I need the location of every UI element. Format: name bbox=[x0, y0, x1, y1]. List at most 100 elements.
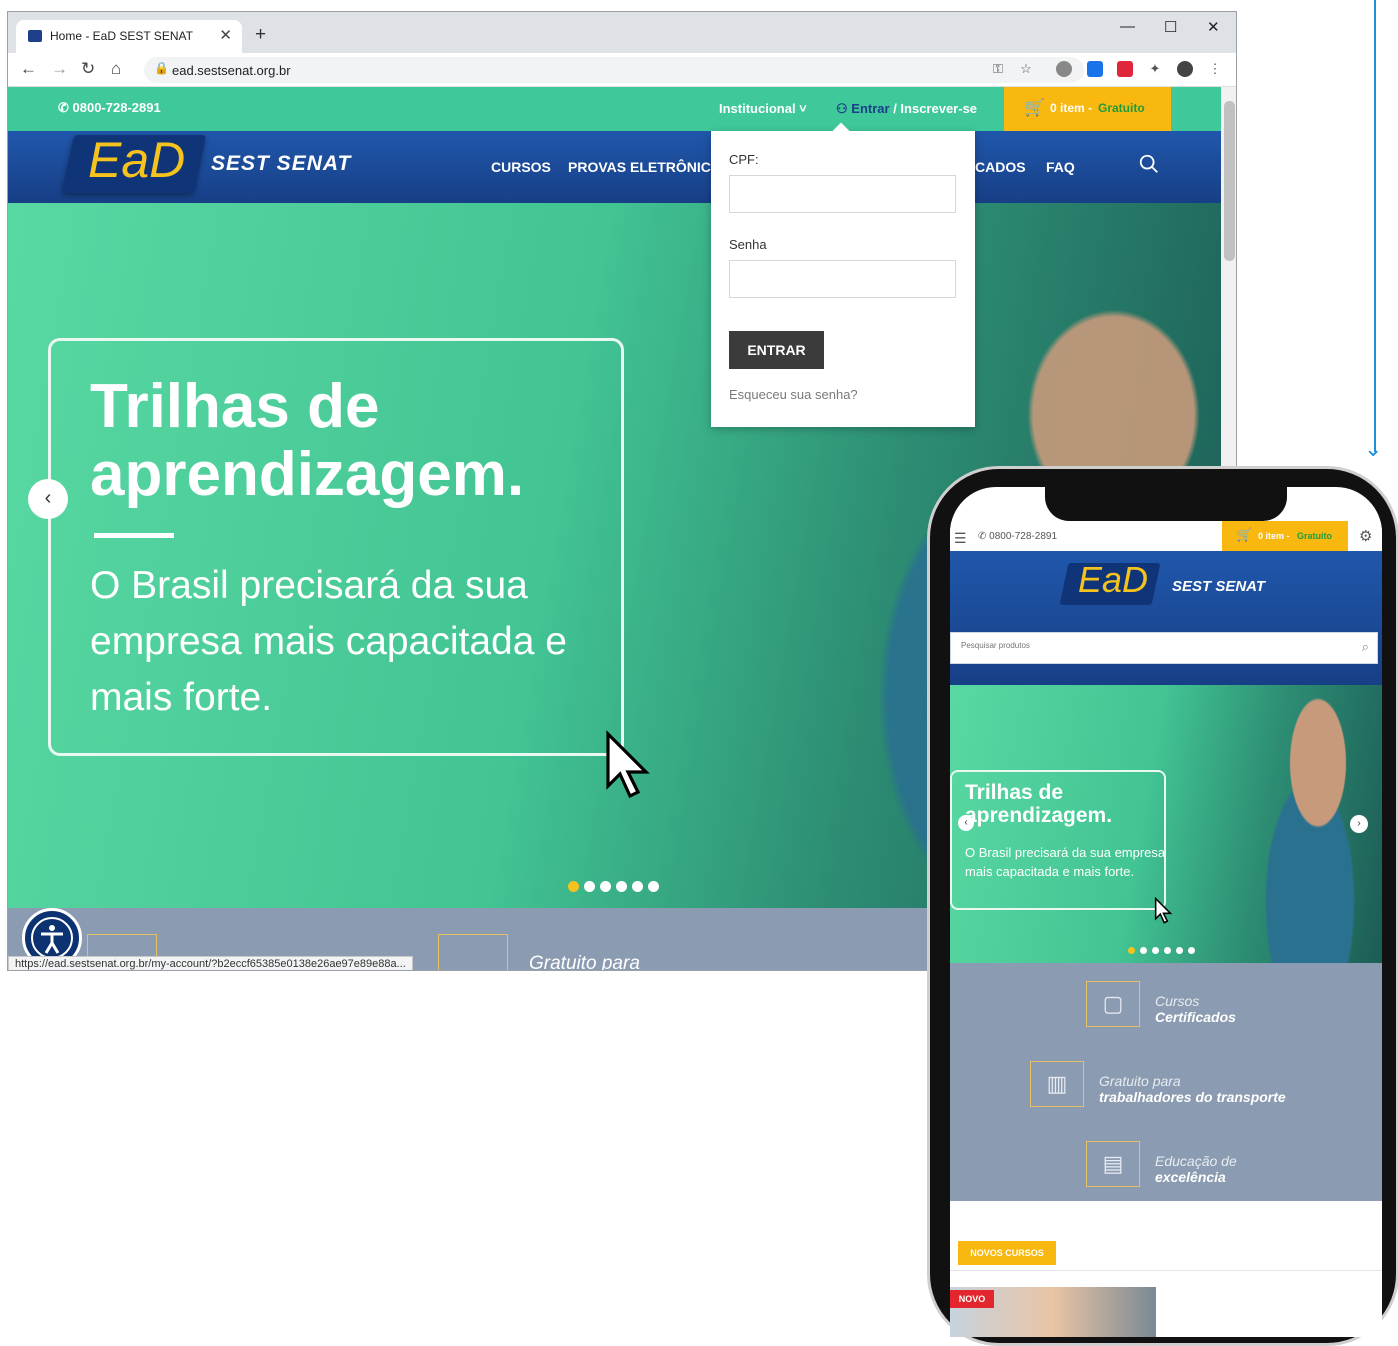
mobile-phone-number: ✆ 0800-728-2891 bbox=[978, 531, 1058, 542]
feature-1-line2: Certificados bbox=[1155, 1009, 1236, 1025]
address-bar[interactable]: 🔒 ead.sestsenat.org.br bbox=[144, 57, 1084, 83]
mobile-carousel-dot[interactable] bbox=[1140, 947, 1147, 954]
carousel-dot[interactable] bbox=[632, 881, 643, 892]
cart-separator: - bbox=[1084, 101, 1093, 115]
maximize-icon[interactable]: ☐ bbox=[1164, 18, 1177, 36]
mouse-cursor-icon bbox=[606, 730, 650, 799]
mobile-search-input[interactable] bbox=[961, 641, 1321, 650]
novos-cursos-badge[interactable]: NOVOS CURSOS bbox=[958, 1241, 1056, 1265]
scrollbar-thumb[interactable] bbox=[1224, 101, 1235, 261]
mobile-cart-button[interactable]: 🛒 0 item - Gratuito bbox=[1222, 521, 1348, 551]
cart-button[interactable]: 🛒 0 item - Gratuito bbox=[1004, 87, 1171, 131]
mobile-carousel-dots bbox=[1128, 941, 1200, 959]
nav-cursos[interactable]: CURSOS bbox=[491, 159, 551, 175]
search-icon[interactable] bbox=[1138, 153, 1160, 175]
mobile-logo-sest-senat[interactable]: SEST SENAT bbox=[1172, 578, 1265, 595]
education-icon: ▤ bbox=[1086, 1141, 1140, 1187]
mobile-cart-free: Gratuito bbox=[1297, 531, 1332, 541]
feature-3-line2: excelência bbox=[1155, 1169, 1226, 1185]
nav-faq[interactable]: FAQ bbox=[1046, 159, 1075, 175]
new-tab-icon[interactable]: + bbox=[255, 24, 266, 46]
minimize-icon[interactable]: — bbox=[1120, 18, 1135, 35]
phone-number: ✆ 0800-728-2891 bbox=[58, 100, 161, 115]
logo-sest-senat[interactable]: SEST SENAT bbox=[211, 152, 351, 176]
address-url: ead.sestsenat.org.br bbox=[172, 63, 291, 78]
feature-3-line1: Educação de bbox=[1155, 1153, 1237, 1169]
phone-screen: ☰ ✆ 0800-728-2891 🛒 0 item - Gratuito ⚙ … bbox=[950, 487, 1382, 1337]
mobile-cart-count: 0 item - bbox=[1258, 531, 1290, 541]
mobile-carousel-dot[interactable] bbox=[1152, 947, 1159, 954]
books-icon: ▥ bbox=[1030, 1061, 1084, 1107]
cart-count: 0 item - bbox=[1050, 101, 1092, 115]
lock-icon: 🔒 bbox=[154, 61, 169, 75]
forgot-password-link[interactable]: Esqueceu sua senha? bbox=[729, 387, 858, 402]
carousel-dot[interactable] bbox=[648, 881, 659, 892]
mobile-cart-count-text: 0 item bbox=[1258, 531, 1285, 541]
extension-globe-icon[interactable] bbox=[1056, 61, 1072, 77]
institucional-menu[interactable]: Institucional ˅ bbox=[719, 101, 807, 116]
hero-title: Trilhas de aprendizagem. bbox=[90, 372, 525, 509]
feature-1-line1: Cursos bbox=[1155, 993, 1200, 1009]
extension-blue-icon[interactable] bbox=[1087, 61, 1103, 77]
mobile-cart-separator: - bbox=[1284, 531, 1290, 541]
browser-tab[interactable]: Home - EaD SEST SENAT ✕ bbox=[16, 20, 242, 53]
tab-title: Home - EaD SEST SENAT bbox=[50, 29, 193, 43]
cart-icon: 🛒 bbox=[1024, 98, 1046, 117]
mobile-search-icon[interactable]: ⌕ bbox=[1362, 639, 1369, 655]
mobile-logo-ead[interactable]: EaD bbox=[1078, 559, 1148, 601]
login-link[interactable]: ⚇ Entrar / Inscrever-se bbox=[836, 101, 977, 117]
home-icon[interactable]: ⌂ bbox=[111, 59, 121, 79]
phone-text: 0800-728-2891 bbox=[72, 100, 161, 115]
mobile-carousel-dot[interactable] bbox=[1164, 947, 1171, 954]
carousel-dot[interactable] bbox=[600, 881, 611, 892]
carousel-dot[interactable] bbox=[584, 881, 595, 892]
browser-menu-icon[interactable]: ⋮ bbox=[1207, 61, 1223, 77]
cpf-input[interactable] bbox=[729, 175, 956, 213]
nav-certificados[interactable]: CADOS bbox=[975, 159, 1026, 175]
key-icon[interactable]: ⚿ bbox=[990, 61, 1006, 77]
feature-2-line2: trabalhadores do transporte bbox=[1099, 1089, 1286, 1105]
institucional-label: Institucional bbox=[719, 101, 796, 116]
inscrever-label[interactable]: / Inscrever-se bbox=[890, 101, 977, 116]
settings-gear-icon[interactable]: ⚙ bbox=[1359, 527, 1372, 545]
close-tab-icon[interactable]: ✕ bbox=[219, 26, 232, 44]
nav-provas-eletronicas[interactable]: PROVAS ELETRÔNICAS bbox=[568, 159, 730, 175]
books-icon bbox=[438, 934, 508, 970]
site-top-bar: ✆ 0800-728-2891 Institucional ˅ ⚇ Entrar… bbox=[8, 87, 1221, 131]
cart-free-label: Gratuito bbox=[1098, 101, 1145, 115]
extensions-puzzle-icon[interactable]: ✦ bbox=[1147, 61, 1163, 77]
feature-gratuito: Gratuito para bbox=[529, 953, 640, 971]
mobile-hero-title: Trilhas de aprendizagem. bbox=[965, 781, 1113, 827]
profile-avatar[interactable] bbox=[1177, 61, 1193, 77]
senha-input[interactable] bbox=[729, 260, 956, 298]
mobile-carousel-next[interactable]: › bbox=[1350, 815, 1368, 833]
logo-ead[interactable]: EaD bbox=[88, 131, 185, 189]
hamburger-menu-icon[interactable]: ☰ bbox=[954, 530, 967, 547]
mobile-carousel-dot[interactable] bbox=[1128, 947, 1135, 954]
mobile-phone-text: 0800-728-2891 bbox=[989, 531, 1058, 542]
mobile-cursor-icon bbox=[1154, 897, 1173, 924]
carousel-dot[interactable] bbox=[616, 881, 627, 892]
cart-count-text: 0 item bbox=[1050, 101, 1085, 115]
entrar-button[interactable]: ENTRAR bbox=[729, 331, 824, 369]
arrow-down-icon: ⌄ bbox=[1364, 436, 1383, 461]
forward-icon[interactable]: → bbox=[51, 59, 68, 79]
extension-red-icon[interactable] bbox=[1117, 61, 1133, 77]
entrar-label: Entrar bbox=[851, 101, 890, 116]
mobile-hero-subtitle: O Brasil precisará da sua empresa mais c… bbox=[965, 845, 1166, 879]
hero-divider bbox=[94, 533, 174, 538]
mobile-carousel-dot[interactable] bbox=[1176, 947, 1183, 954]
mobile-carousel-prev[interactable]: ‹ bbox=[958, 815, 974, 831]
bookmark-star-icon[interactable]: ☆ bbox=[1018, 61, 1034, 77]
back-icon[interactable]: ← bbox=[20, 59, 37, 79]
mobile-carousel-dot[interactable] bbox=[1188, 947, 1195, 954]
carousel-dots bbox=[568, 879, 664, 897]
login-dropdown: CPF: Senha ENTRAR Esqueceu sua senha? bbox=[711, 122, 975, 427]
reload-icon[interactable]: ↻ bbox=[81, 59, 95, 79]
browser-toolbar: ← → ↻ ⌂ 🔒 ead.sestsenat.org.br ⚿ ☆ ✦ ⋮ bbox=[8, 53, 1236, 87]
carousel-prev-button[interactable]: ‹ bbox=[28, 479, 68, 519]
section-divider bbox=[950, 1270, 1382, 1271]
site-header: EaD SEST SENAT CURSOS PROVAS ELETRÔNICAS… bbox=[8, 131, 1221, 203]
close-window-icon[interactable]: ✕ bbox=[1207, 18, 1220, 36]
carousel-dot[interactable] bbox=[568, 881, 579, 892]
